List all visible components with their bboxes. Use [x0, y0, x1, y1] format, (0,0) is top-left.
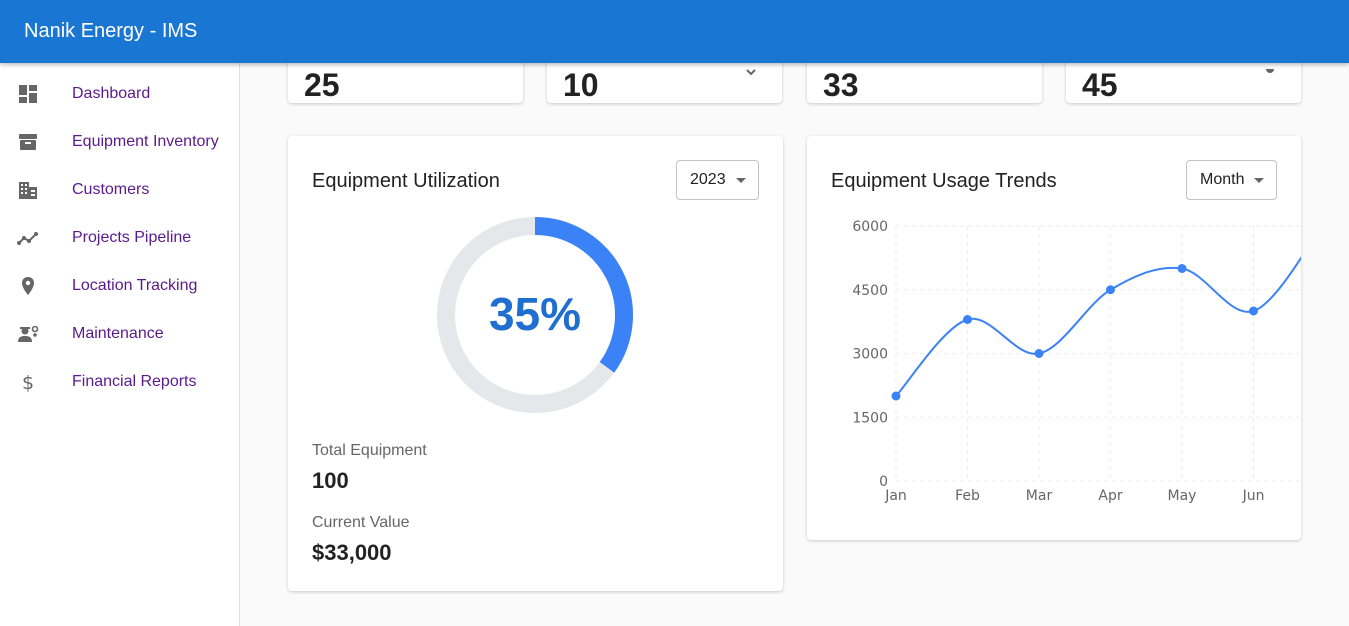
dollar-icon: $ [17, 371, 39, 393]
utilization-title: Equipment Utilization [312, 170, 500, 192]
data-point [963, 315, 972, 324]
x-tick-label: Mar [1026, 488, 1053, 504]
y-tick-label: 3000 [852, 347, 888, 363]
series-line [895, 256, 1301, 397]
data-point [1106, 285, 1115, 295]
archive-icon [17, 131, 39, 153]
stat-card: 10 [547, 63, 782, 103]
x-tick-label: May [1168, 488, 1197, 504]
sidebar-item-location-tracking[interactable]: Location Tracking [0, 262, 239, 310]
current-value-amount: $33,000 [312, 540, 392, 565]
sidebar-item-label: Equipment Inventory [72, 133, 219, 150]
sidebar-item-label: Projects Pipeline [72, 229, 192, 246]
year-select[interactable]: 2023 [676, 160, 759, 200]
stat-value: 45 [1082, 67, 1118, 103]
sidebar-item-maintenance[interactable]: Maintenance [0, 310, 239, 358]
y-tick-label: 1500 [852, 410, 888, 426]
utilization-percent: 35% [488, 288, 582, 340]
dropdown-caret-icon [736, 178, 746, 183]
data-point [1034, 349, 1044, 358]
sidebar-item-label: Dashboard [72, 85, 151, 102]
app-title: Nanik Energy - IMS [24, 20, 198, 42]
total-equipment-label: Total Equipment [312, 442, 427, 459]
x-tick-label: Feb [955, 488, 980, 504]
usage-trends-chart: 60004500300015000JanFebMarAprMayJunJul [852, 219, 1301, 504]
y-tick-label: 6000 [852, 219, 888, 235]
app-bar: Nanik Energy - IMS [0, 0, 1349, 63]
data-point [1177, 264, 1187, 273]
x-tick-label: Jan [884, 488, 907, 504]
svg-text:$: $ [22, 372, 34, 392]
status-icon [1266, 69, 1274, 73]
x-tick-label: Jun [1242, 488, 1265, 504]
y-tick-label: 4500 [852, 283, 888, 299]
dashboard-icon [17, 83, 39, 105]
location-pin-icon [17, 275, 39, 297]
stat-card: 33 [807, 63, 1042, 103]
sidebar-item-label: Maintenance [72, 325, 164, 342]
data-point [1249, 306, 1258, 316]
chevron-icon [746, 69, 756, 76]
sidebar-item-dashboard[interactable]: Dashboard [0, 70, 239, 118]
sidebar-item-customers[interactable]: Customers [0, 166, 239, 214]
usage-trends-card: Equipment Usage Trends Month 6000 4500 300… [807, 136, 1301, 540]
sidebar: Dashboard Equipment Inventory Customers … [0, 63, 240, 626]
current-value-label: Current Value [312, 514, 410, 531]
data-point [891, 391, 901, 401]
engineering-icon [17, 323, 39, 345]
utilization-card: Equipment Utilization 2023 35% Total Equ… [288, 136, 783, 591]
stat-card: 45 [1066, 63, 1301, 103]
sidebar-item-projects-pipeline[interactable]: Projects Pipeline [0, 214, 239, 262]
main-content: 25 10 33 45 Equipment Utilization 2023 3… [240, 63, 1349, 626]
year-select-value: 2023 [690, 171, 726, 188]
stat-card: 25 [288, 63, 523, 103]
business-icon [17, 179, 39, 201]
sidebar-item-financial-reports[interactable]: $ Financial Reports [0, 358, 239, 406]
stat-value: 25 [304, 67, 340, 103]
total-equipment-value: 100 [312, 468, 349, 493]
sidebar-item-equipment-inventory[interactable]: Equipment Inventory [0, 118, 239, 166]
stat-value: 33 [823, 67, 859, 103]
timeline-icon [17, 227, 39, 249]
sidebar-item-label: Customers [72, 181, 150, 198]
sidebar-item-label: Financial Reports [72, 373, 197, 390]
stat-value: 10 [563, 67, 599, 103]
sidebar-item-label: Location Tracking [72, 277, 198, 294]
x-tick-label: Apr [1098, 488, 1122, 504]
